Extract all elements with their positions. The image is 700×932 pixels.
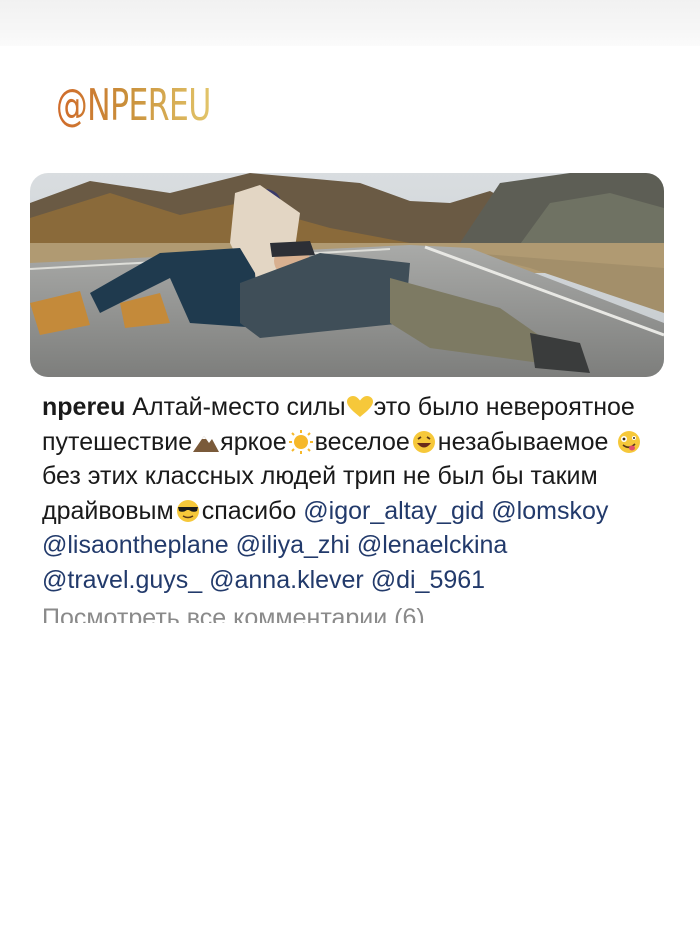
mention-link[interactable]: @igor_altay_gid (303, 497, 484, 525)
photo-scene (30, 173, 664, 377)
mention-link[interactable]: @travel.guys_ (42, 566, 202, 594)
laughing-face-icon (410, 429, 438, 453)
post-caption: npereu Алтай-место силы это было невероят… (42, 390, 662, 597)
zany-face-icon (615, 429, 643, 453)
mention-link[interactable]: @lomskoy (491, 497, 608, 525)
caption-text: незабываемое (437, 427, 609, 456)
status-bar-area (0, 0, 700, 46)
sun-icon (287, 429, 315, 454)
mention-link[interactable]: @di_5961 (371, 566, 485, 594)
mention-link[interactable]: @iliya_zhi (236, 531, 350, 559)
caption-text: Алтай-место силы (125, 393, 346, 421)
mention-link[interactable]: @lenaelckina (357, 531, 507, 559)
caption-username[interactable]: npereu (42, 393, 125, 421)
caption-text: яркое (220, 427, 287, 456)
post-photo[interactable] (30, 173, 664, 377)
yellow-heart-icon (346, 394, 374, 418)
caption-text: спасибо (201, 496, 304, 525)
view-all-comments-link[interactable]: Посмотреть все комментарии (6) (42, 603, 662, 623)
sunglasses-face-icon (174, 498, 202, 522)
story-handle[interactable]: @NPEREU (56, 80, 211, 132)
mention-link[interactable]: @anna.klever (209, 566, 364, 594)
mention-link[interactable]: @lisaontheplane (42, 531, 229, 559)
mountain-icon (192, 429, 220, 453)
caption-text: веселое (314, 427, 410, 456)
